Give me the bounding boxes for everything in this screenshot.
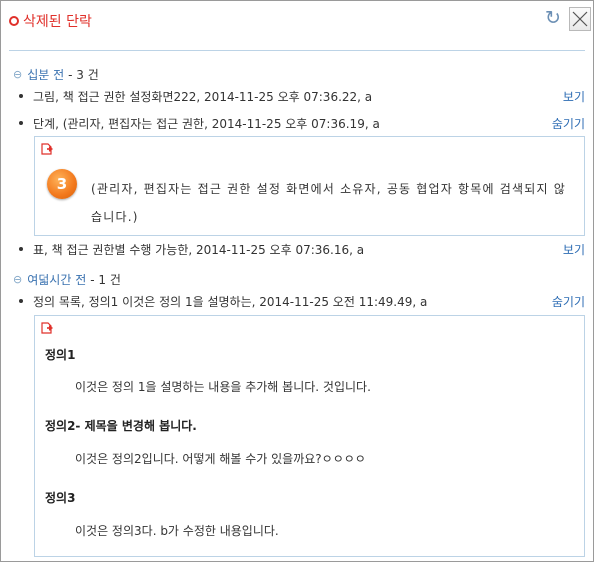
bullet-circle-icon	[9, 16, 19, 26]
view-link[interactable]: 보기	[563, 88, 585, 105]
definition-desc: 이것은 정의 1을 설명하는 내용을 추가해 봅니다. 것입니다.	[75, 380, 371, 394]
item-text: 그림, 책 접근 권한 설정화면222, 2014-11-25 오후 07:36…	[33, 90, 373, 104]
item-text: 정의 목록, 정의1 이것은 정의 1을 설명하는, 2014-11-25 오전…	[33, 295, 428, 309]
step-preview-box: 3 (관리자, 편집자는 접근 권한 설정 화면에서 소유자, 공동 협업자 항…	[34, 136, 585, 236]
close-icon	[572, 11, 588, 27]
close-button[interactable]	[569, 7, 591, 31]
definition-term: 정의3	[45, 491, 76, 505]
group-header-ten-minutes[interactable]: ⊖ 십분 전 - 3 건	[13, 66, 99, 83]
definition-desc: 이것은 정의2입니다. 어떻게 해볼 수가 있을까요?ㅇㅇㅇㅇ	[75, 452, 366, 466]
list-item: 그림, 책 접근 권한 설정화면222, 2014-11-25 오후 07:36…	[19, 88, 585, 104]
bullet-icon	[19, 299, 23, 303]
hide-link[interactable]: 숨기기	[552, 293, 585, 310]
item-text: 단계, (관리자, 편집자는 접근 권한, 2014-11-25 오후 07:3…	[33, 117, 380, 131]
item-text: 표, 책 접근 권한별 수행 가능한, 2014-11-25 오후 07:36.…	[33, 243, 365, 257]
bullet-icon	[19, 247, 23, 251]
bullet-icon	[19, 121, 23, 125]
list-item: 표, 책 접근 권한별 수행 가능한, 2014-11-25 오후 07:36.…	[19, 241, 585, 257]
collapse-toggle-icon[interactable]: ⊖	[13, 273, 22, 286]
definition-desc: 이것은 정의3다. b가 수정한 내용입니다.	[75, 524, 279, 538]
collapse-toggle-icon[interactable]: ⊖	[13, 68, 22, 81]
view-link[interactable]: 보기	[563, 241, 585, 258]
list-item: 정의 목록, 정의1 이것은 정의 1을 설명하는, 2014-11-25 오전…	[19, 293, 585, 309]
hide-link[interactable]: 숨기기	[552, 115, 585, 132]
list-item: 단계, (관리자, 편집자는 접근 권한, 2014-11-25 오후 07:3…	[19, 115, 585, 131]
group-count: - 1 건	[90, 273, 121, 287]
title-divider	[9, 50, 585, 51]
step-text: (관리자, 편집자는 접근 권한 설정 화면에서 소유자, 공동 협업자 항목에…	[91, 182, 566, 224]
restore-doc-icon[interactable]	[41, 143, 53, 155]
group-name[interactable]: 십분 전	[27, 66, 64, 83]
step-number-badge: 3	[47, 169, 77, 199]
bullet-icon	[19, 94, 23, 98]
panel-title: 삭제된 단락	[9, 11, 92, 31]
definition-preview-box: 정의1 이것은 정의 1을 설명하는 내용을 추가해 봅니다. 것입니다. 정의…	[34, 315, 585, 557]
definition-term: 정의1	[45, 348, 76, 362]
panel-title-text: 삭제된 단락	[23, 14, 92, 30]
restore-doc-icon[interactable]	[41, 322, 53, 334]
deleted-paragraphs-panel: 삭제된 단락 ↻ ⊖ 십분 전 - 3 건 그림, 책 접근 권한 설정화면22…	[0, 0, 594, 562]
definition-term: 정의2- 제목을 변경해 봅니다.	[45, 419, 197, 433]
group-name[interactable]: 여덟시간 전	[27, 271, 86, 288]
group-header-eight-hours[interactable]: ⊖ 여덟시간 전 - 1 건	[13, 271, 121, 288]
group-count: - 3 건	[68, 68, 99, 82]
refresh-icon[interactable]: ↻	[544, 9, 562, 28]
